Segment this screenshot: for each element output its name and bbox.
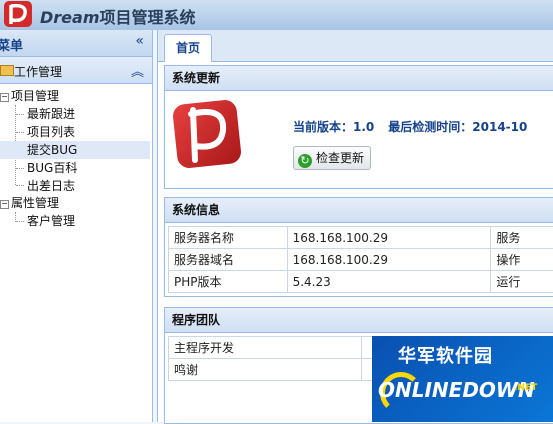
watermark-cn-text: 华军软件园 [398, 342, 493, 368]
dream-logo-icon [173, 100, 241, 168]
team-label: 主程序开发 [169, 337, 362, 359]
tree-item-customer-management[interactable]: 客户管理 [27, 212, 75, 230]
tree-item-travel-log[interactable]: 出差日志 [27, 177, 75, 195]
current-version: 当前版本：1.0 [293, 120, 374, 134]
update-panel: 系统更新 当前版本：1.0 最后检测时间：2014-10 ↻ 检查更新 [164, 65, 553, 189]
tree-connector [16, 114, 24, 115]
app-title: Dream项目管理系统 [40, 4, 196, 28]
watermark-logo: 华军软件园 ONLINEDOWN .NET [372, 336, 553, 422]
tree-item-submit-bug[interactable]: 提交BUG [0, 141, 150, 159]
dream-logo-icon [3, 0, 33, 28]
team-panel-title: 程序团队 [165, 308, 553, 333]
watermark-en-text: ONLINEDOWN [378, 378, 535, 402]
system-info-panel: 系统信息 服务器名称 168.168.100.29 服务 服务器域名 168.1… [164, 197, 553, 297]
tab-bar: 首页 [158, 30, 553, 62]
info-label: PHP版本 [169, 271, 288, 293]
tree-item-latest-followup[interactable]: 最新跟进 [27, 105, 75, 123]
tree-connector [16, 132, 24, 133]
info-value: 168.168.100.29 [287, 249, 491, 271]
update-panel-title: 系统更新 [165, 66, 553, 91]
tree-group-attributes[interactable]: 属性管理 [11, 194, 59, 212]
tree-connector [16, 221, 24, 222]
tree-toggle-icon[interactable]: − [0, 93, 9, 102]
watermark-net-text: .NET [514, 383, 537, 393]
tree-toggle-icon[interactable]: − [0, 200, 9, 209]
panel-label: 工作管理 [14, 63, 62, 80]
tree-group-project[interactable]: 项目管理 [11, 87, 59, 105]
table-row: 服务器域名 168.168.100.29 操作 [169, 249, 553, 271]
system-info-table: 服务器名称 168.168.100.29 服务 服务器域名 168.168.10… [168, 226, 553, 293]
info-value: 5.4.23 [287, 271, 491, 293]
info-label: 服务器名称 [169, 227, 288, 249]
info-extra: 运行 [491, 271, 553, 293]
info-value: 168.168.100.29 [287, 227, 491, 249]
sidebar: 菜单 « 工作管理 ︽ − 项目管理 最新跟进 项目列表 提交BUG BUG百科… [0, 30, 153, 422]
collapse-icon[interactable]: « [135, 33, 144, 49]
system-info-title: 系统信息 [165, 198, 553, 223]
panel-work-management[interactable]: 工作管理 ︽ [0, 57, 152, 84]
last-check-time: 最后检测时间：2014-10 [388, 120, 527, 134]
info-extra: 服务 [491, 227, 553, 249]
refresh-icon: ↻ [298, 154, 312, 168]
table-row: 服务器名称 168.168.100.29 服务 [169, 227, 553, 249]
info-extra: 操作 [491, 249, 553, 271]
sidebar-title: 菜单 [0, 35, 23, 54]
tree-item-bug-wiki[interactable]: BUG百科 [27, 159, 77, 177]
app-header: Dream项目管理系统 [0, 0, 553, 30]
tree-connector [16, 185, 24, 186]
version-info: 当前版本：1.0 最后检测时间：2014-10 [293, 118, 541, 135]
check-update-button[interactable]: ↻ 检查更新 [293, 146, 371, 170]
team-label: 鸣谢 [169, 359, 362, 381]
info-label: 服务器域名 [169, 249, 288, 271]
tree-connector [16, 168, 24, 169]
expand-toggle-icon[interactable]: ︽ [131, 61, 144, 80]
sidebar-header: 菜单 « [0, 30, 152, 57]
tree-item-project-list[interactable]: 项目列表 [27, 123, 75, 141]
table-row: PHP版本 5.4.23 运行 [169, 271, 553, 293]
folder-icon [0, 65, 14, 76]
check-update-label: 检查更新 [316, 151, 364, 165]
tab-home[interactable]: 首页 [164, 34, 212, 62]
